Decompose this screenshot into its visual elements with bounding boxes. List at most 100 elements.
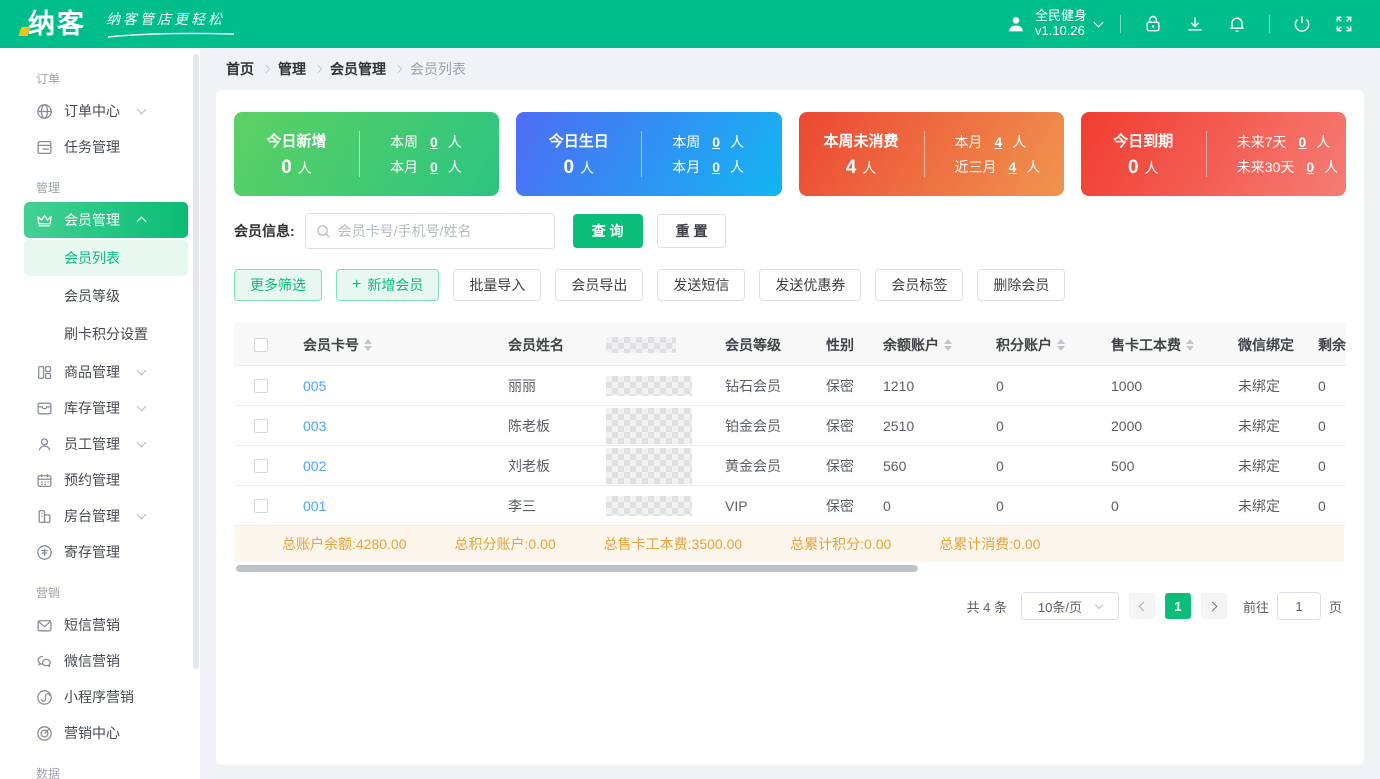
table-row[interactable]: 005 丽丽 钻石会员 保密 1210 0 1000 未绑定 0: [234, 366, 1346, 406]
fullscreen-button[interactable]: [1330, 10, 1358, 38]
stat-card-value: 4: [845, 156, 857, 178]
stat-sub-unit: 人: [730, 158, 745, 175]
table-row[interactable]: 003 陈老板 铂金会员 保密 2510 0 2000 未绑定 0: [234, 406, 1346, 446]
row-checkbox[interactable]: [254, 418, 268, 433]
sidebar-item-inventory-management[interactable]: 库存管理: [0, 390, 200, 426]
sidebar-item-marketing-center[interactable]: 营销中心: [0, 715, 200, 751]
sidebar-item-order-center[interactable]: 订单中心: [0, 93, 200, 129]
redacted-block: [606, 495, 692, 516]
stat-card-title: 今日生日: [548, 132, 609, 150]
stat-sub-value[interactable]: 0: [712, 134, 720, 150]
stat-sub-value[interactable]: 4: [1009, 159, 1017, 175]
sidebar-item-miniprogram-marketing[interactable]: 小程序营销: [0, 679, 200, 715]
row-checkbox[interactable]: [254, 378, 268, 393]
tagline-text: 纳客管店更轻松: [106, 11, 225, 27]
sidebar-scrollbar[interactable]: [193, 54, 199, 669]
table-row[interactable]: 001 李三 VIP 保密 0 0 0 未绑定 0: [234, 486, 1346, 526]
sidebar-item-task-management[interactable]: 任务管理: [0, 129, 200, 165]
scrollbar-thumb[interactable]: [236, 565, 918, 572]
member-tag-button[interactable]: 会员标签: [875, 269, 964, 301]
member-card-no-link[interactable]: 005: [303, 378, 326, 394]
member-balance: 0: [883, 497, 891, 514]
sidebar-item-staff-management[interactable]: 员工管理: [0, 426, 200, 462]
stat-card-value: 0: [563, 156, 575, 178]
breadcrumb-separator-icon: [393, 64, 403, 74]
more-filter-button[interactable]: 更多筛选: [234, 269, 322, 301]
sidebar-item-sms-marketing[interactable]: 短信营销: [0, 607, 200, 643]
wechat-icon: [37, 655, 51, 667]
sidebar-item-room-management[interactable]: 房台管理: [0, 498, 200, 534]
prev-page-button[interactable]: [1128, 593, 1155, 619]
stat-sub-label: 本周: [672, 133, 701, 150]
sidebar-item-goods-management[interactable]: 商品管理: [0, 354, 200, 390]
room-icon: [38, 509, 51, 523]
add-member-button[interactable]: + 新增会员: [336, 269, 440, 301]
horizontal-scrollbar[interactable]: [234, 565, 1344, 572]
breadcrumb-home[interactable]: 首页: [226, 59, 254, 79]
sort-icon[interactable]: [364, 338, 372, 351]
row-checkbox[interactable]: [254, 458, 268, 473]
member-search-input[interactable]: [337, 223, 544, 239]
stat-sub-value[interactable]: 0: [712, 159, 720, 175]
stat-sub-label: 本月: [672, 158, 701, 175]
sidebar-item-member-management[interactable]: 会员管理: [24, 202, 188, 238]
logout-button[interactable]: [1288, 10, 1316, 38]
stat-sub-value[interactable]: 0: [430, 159, 438, 175]
member-card-no-link[interactable]: 003: [303, 418, 326, 434]
stat-sub-unit: 人: [447, 158, 462, 175]
breadcrumb-separator-icon: [261, 64, 271, 74]
member-card-no-link[interactable]: 002: [303, 458, 326, 474]
sms-icon: [37, 619, 52, 631]
column-header-card-no[interactable]: 会员卡号: [280, 335, 484, 355]
select-all-checkbox[interactable]: [254, 337, 268, 352]
member-search-box[interactable]: [304, 213, 555, 249]
breadcrumb-member-management[interactable]: 会员管理: [330, 59, 386, 79]
member-export-button[interactable]: 会员导出: [555, 269, 644, 301]
column-header-card-fee[interactable]: 售卡工本费: [1084, 335, 1212, 355]
row-checkbox[interactable]: [254, 498, 268, 513]
sidebar-item-deposit-management[interactable]: 寄存管理: [0, 534, 200, 570]
sidebar-subitem-member-list[interactable]: 会员列表: [24, 240, 188, 276]
sidebar-subitem-card-points-settings[interactable]: 刷卡积分设置: [0, 316, 200, 352]
sidebar-item-label: 小程序营销: [64, 689, 134, 705]
sort-icon[interactable]: [1057, 338, 1065, 351]
member-card-no-link[interactable]: 001: [303, 498, 326, 514]
sidebar-subitem-member-level[interactable]: 会员等级: [0, 278, 200, 314]
sidebar-item-wechat-marketing[interactable]: 微信营销: [0, 643, 200, 679]
app-logo[interactable]: 纳客: [18, 10, 86, 38]
reset-button[interactable]: 重 置: [656, 214, 727, 248]
notifications-button[interactable]: [1223, 10, 1251, 38]
account-menu[interactable]: 全民健身 v1.10.26: [1005, 8, 1104, 39]
summary-total-card-fee: 总售卡工本费:3500.00: [603, 536, 743, 552]
breadcrumb-management[interactable]: 管理: [278, 59, 306, 79]
send-coupon-button[interactable]: 发送优惠券: [759, 269, 862, 301]
goto-page-input[interactable]: [1276, 592, 1321, 620]
download-button[interactable]: [1181, 10, 1209, 38]
delete-member-button[interactable]: 删除会员: [977, 269, 1066, 301]
send-sms-button[interactable]: 发送短信: [657, 269, 746, 301]
page-number-current[interactable]: 1: [1164, 593, 1191, 619]
stat-sub-value[interactable]: 4: [995, 134, 1003, 150]
member-name: 丽丽: [508, 377, 536, 394]
sort-icon[interactable]: [944, 338, 952, 351]
stat-sub-value[interactable]: 0: [430, 134, 438, 150]
stat-sub-value[interactable]: 0: [1306, 159, 1314, 175]
next-page-button[interactable]: [1200, 593, 1227, 619]
batch-import-button[interactable]: 批量导入: [453, 269, 542, 301]
table-row[interactable]: 002 刘老板 黄金会员 保密 560 0 500 未绑定 0: [234, 446, 1346, 486]
member-remaining: 0: [1318, 457, 1326, 474]
sort-icon[interactable]: [1186, 338, 1194, 351]
stat-card-title: 本周未消费: [823, 132, 899, 150]
sidebar: 订单 订单中心 任务管理 管理 会员管理 会员列表 会员等级 刷卡积分设置 商品…: [0, 48, 200, 779]
column-header-points[interactable]: 积分账户: [970, 335, 1084, 355]
member-points: 0: [996, 417, 1004, 434]
redacted-block: [606, 447, 692, 484]
lock-screen-button[interactable]: [1139, 10, 1167, 38]
column-header-balance[interactable]: 余额账户: [858, 335, 970, 355]
stat-sub-value[interactable]: 0: [1299, 134, 1307, 150]
sidebar-item-booking-management[interactable]: 预约管理: [0, 462, 200, 498]
sidebar-item-label: 短信营销: [64, 617, 120, 633]
query-button[interactable]: 查 询: [572, 214, 643, 248]
download-icon: [1188, 17, 1202, 31]
page-size-select[interactable]: 10条/页: [1020, 592, 1119, 620]
